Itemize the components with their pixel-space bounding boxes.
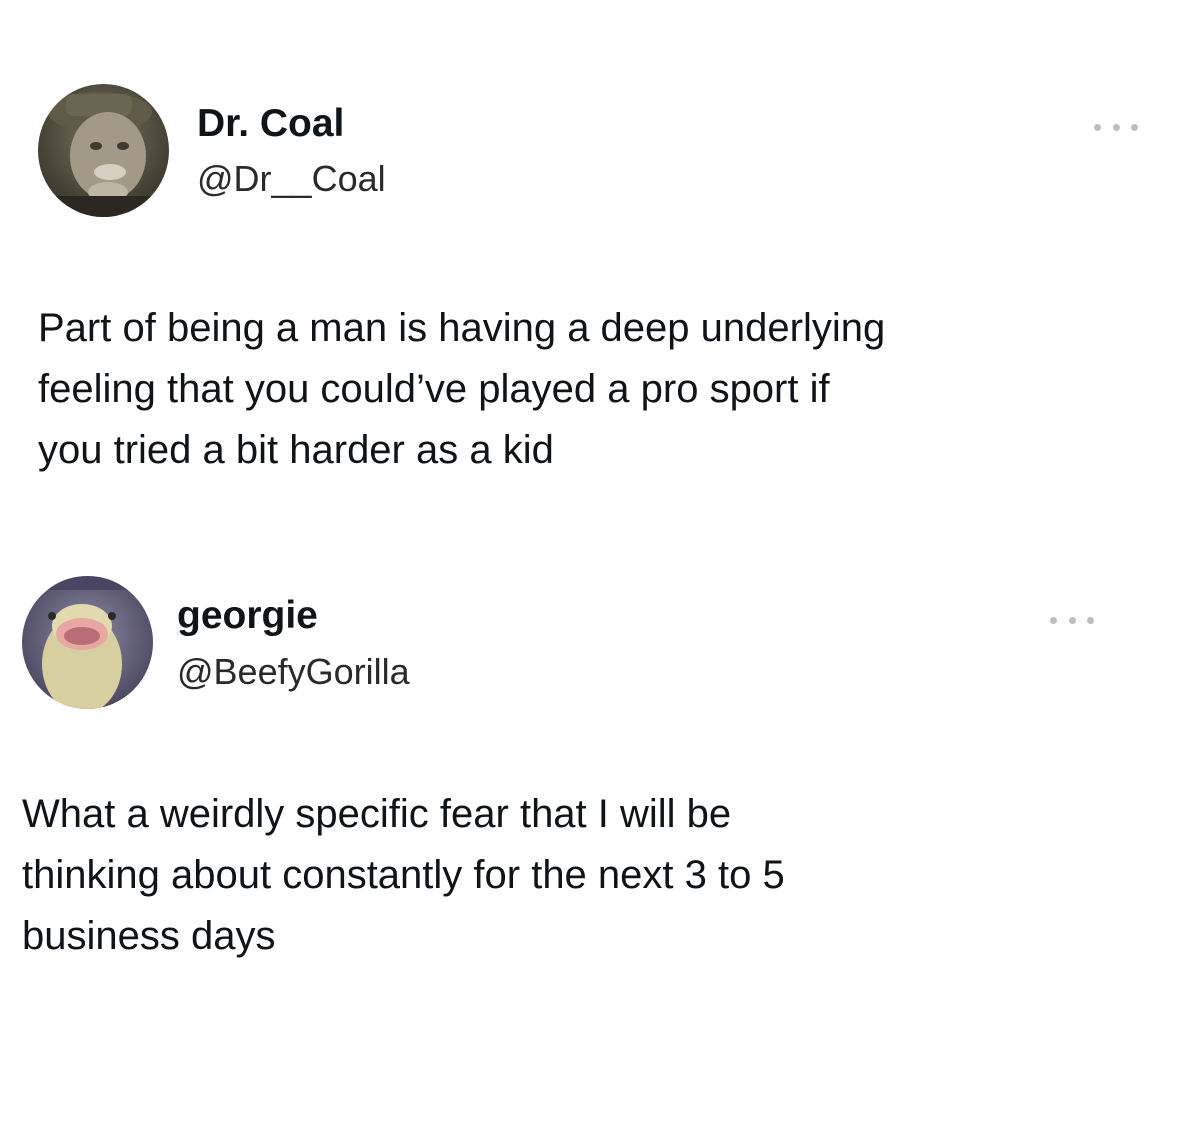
more-horizontal-icon[interactable] xyxy=(1050,610,1094,630)
tweet: Dr. Coal @Dr__Coal Part of being a man i… xyxy=(0,0,1179,540)
user-handle[interactable]: @Dr__Coal xyxy=(197,158,386,200)
dot xyxy=(1087,616,1094,624)
tweet: georgie @BeefyGorilla What a weirdly spe… xyxy=(0,540,1179,1138)
dot xyxy=(1094,123,1101,131)
dot xyxy=(1131,123,1138,131)
tweet-text: Part of being a man is having a deep und… xyxy=(38,306,886,472)
avatar-photo-icon xyxy=(38,84,169,217)
display-name[interactable]: Dr. Coal xyxy=(197,102,344,146)
dot xyxy=(1050,616,1057,624)
user-handle[interactable]: @BeefyGorilla xyxy=(177,651,410,693)
dot xyxy=(1112,123,1120,131)
dot xyxy=(1068,616,1076,624)
avatar[interactable] xyxy=(38,84,169,217)
more-horizontal-icon[interactable] xyxy=(1094,117,1138,137)
avatar[interactable] xyxy=(22,576,153,709)
avatar-photo-icon xyxy=(22,576,153,709)
display-name[interactable]: georgie xyxy=(177,594,318,638)
tweet-text: What a weirdly specific fear that I will… xyxy=(22,792,785,958)
